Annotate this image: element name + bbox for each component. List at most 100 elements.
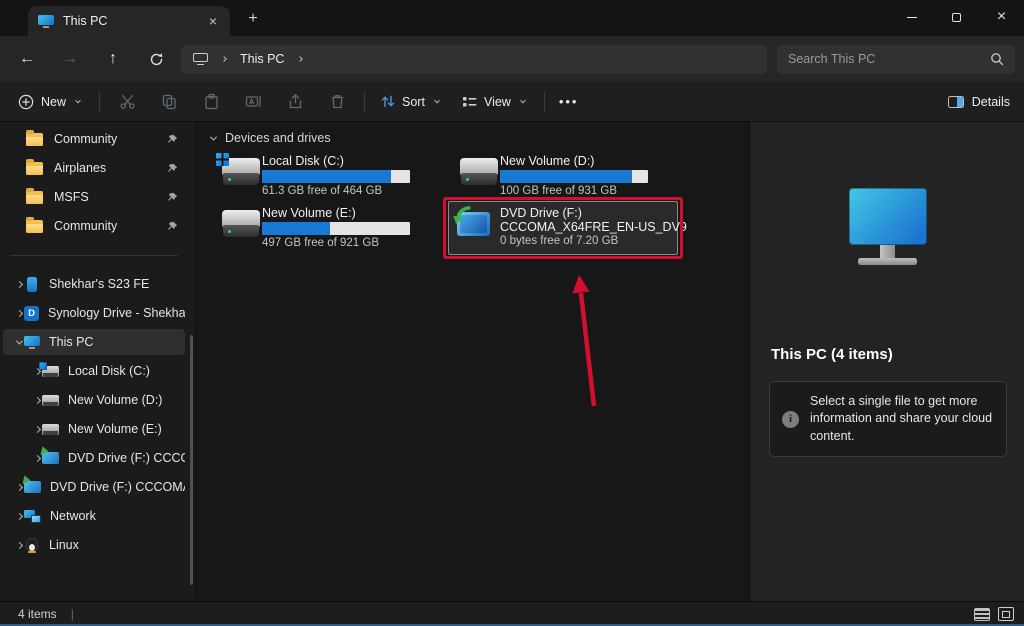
toolbar-divider xyxy=(99,92,100,112)
details-view-button[interactable] xyxy=(974,608,990,621)
trash-icon xyxy=(329,93,346,110)
view-button[interactable]: View xyxy=(452,86,538,118)
this-pc-breadcrumb-icon[interactable] xyxy=(193,53,208,65)
new-label: New xyxy=(41,95,66,109)
copy-button[interactable] xyxy=(151,86,187,118)
address-bar[interactable]: This PC xyxy=(181,45,767,74)
sidebar-item-label: Local Disk (C:) xyxy=(68,364,150,378)
group-header-devices-and-drives[interactable]: Devices and drives xyxy=(208,131,331,145)
sort-button[interactable]: Sort xyxy=(371,86,452,118)
sidebar-item-label: Linux xyxy=(49,538,79,552)
sidebar-scrollbar[interactable] xyxy=(190,335,193,585)
share-button[interactable] xyxy=(277,86,313,118)
sidebar-item-synology-drive[interactable]: D Synology Drive - Shekhar-NA xyxy=(3,300,185,326)
back-button[interactable]: ← xyxy=(10,42,44,76)
status-separator: | xyxy=(71,607,74,621)
sidebar-item-label: MSFS xyxy=(54,190,89,204)
network-icon xyxy=(24,510,41,523)
phone-icon xyxy=(27,277,37,292)
pin-icon[interactable] xyxy=(167,192,178,203)
command-bar: New xyxy=(0,82,1024,122)
synology-drive-icon: D xyxy=(24,306,39,321)
chevron-right-icon[interactable] xyxy=(32,456,42,461)
chevron-right-icon[interactable] xyxy=(14,485,24,490)
refresh-button[interactable] xyxy=(139,42,173,76)
sidebar-item-label: New Volume (D:) xyxy=(68,393,162,407)
minimize-button[interactable] xyxy=(889,0,934,34)
sidebar-item-msfs[interactable]: MSFS xyxy=(3,184,185,210)
chevron-right-icon[interactable] xyxy=(14,543,24,548)
view-label: View xyxy=(484,95,511,109)
pin-icon[interactable] xyxy=(167,221,178,232)
sidebar-item-label: Airplanes xyxy=(54,161,106,175)
drive-name: New Volume (D:) xyxy=(500,154,594,168)
sidebar-item-community-2[interactable]: Community xyxy=(3,213,185,239)
chevron-down-icon xyxy=(432,100,442,104)
details-pane-title: This PC (4 items) xyxy=(771,346,893,363)
sidebar-item-linux[interactable]: Linux xyxy=(3,532,185,558)
sidebar-item-this-pc[interactable]: This PC xyxy=(3,329,185,355)
delete-button[interactable] xyxy=(319,86,355,118)
folder-icon xyxy=(26,162,43,175)
pin-icon[interactable] xyxy=(167,134,178,145)
sidebar-item-dvd-drive-child[interactable]: DVD Drive (F:) CCCOMA_X6 xyxy=(3,445,185,471)
sort-label: Sort xyxy=(402,95,425,109)
sidebar-item-local-disk-c[interactable]: Local Disk (C:) xyxy=(3,358,185,384)
drive-free-space: 497 GB free of 921 GB xyxy=(262,237,379,249)
close-button[interactable]: × xyxy=(979,0,1024,34)
title-bar: This PC × + × xyxy=(0,0,1024,36)
search-icon xyxy=(990,52,1004,66)
new-button[interactable]: New xyxy=(8,86,93,118)
tab-close-icon[interactable]: × xyxy=(202,10,224,32)
large-icons-view-button[interactable] xyxy=(998,607,1014,621)
chevron-right-icon[interactable] xyxy=(32,398,42,403)
window-controls: × xyxy=(889,0,1024,34)
toolbar-divider xyxy=(544,92,545,112)
breadcrumb-chevron-icon[interactable] xyxy=(219,57,229,61)
rename-icon xyxy=(245,93,262,110)
info-message: Select a single file to get more informa… xyxy=(810,393,994,446)
chevron-right-icon[interactable] xyxy=(14,514,24,519)
breadcrumb-this-pc[interactable]: This PC xyxy=(240,52,284,66)
cut-button[interactable] xyxy=(109,86,145,118)
rename-button[interactable] xyxy=(235,86,271,118)
paste-button[interactable] xyxy=(193,86,229,118)
more-options-button[interactable]: ••• xyxy=(559,94,579,109)
drive-name: Local Disk (C:) xyxy=(262,154,344,168)
maximize-button[interactable] xyxy=(934,0,979,34)
up-button[interactable]: ↑ xyxy=(96,42,130,76)
drive-name: New Volume (E:) xyxy=(262,206,356,220)
pin-icon[interactable] xyxy=(167,163,178,174)
toolbar-divider xyxy=(364,92,365,112)
details-pane-icon xyxy=(948,96,964,108)
sidebar-item-airplanes[interactable]: Airplanes xyxy=(3,155,185,181)
dvd-drive-icon xyxy=(42,452,59,464)
tab-this-pc[interactable]: This PC × xyxy=(28,6,230,36)
item-count: 4 items xyxy=(18,607,57,621)
chevron-right-icon[interactable] xyxy=(14,282,24,287)
chevron-down-icon[interactable] xyxy=(14,340,24,345)
forward-button[interactable]: → xyxy=(53,42,87,76)
group-header-label: Devices and drives xyxy=(225,131,331,145)
sidebar-item-network[interactable]: Network xyxy=(3,503,185,529)
search-input[interactable] xyxy=(788,52,990,66)
new-tab-button[interactable]: + xyxy=(240,7,266,31)
navigation-bar: ← → ↑ This PC xyxy=(0,36,1024,82)
chevron-right-icon[interactable] xyxy=(14,311,24,316)
dvd-drive-icon xyxy=(24,481,41,493)
sidebar-item-label: Community xyxy=(54,219,117,233)
breadcrumb-chevron-icon[interactable] xyxy=(295,57,305,61)
capacity-bar xyxy=(262,222,410,235)
chevron-right-icon[interactable] xyxy=(32,427,42,432)
status-bar: 4 items | xyxy=(0,601,1024,626)
info-icon: i xyxy=(782,411,799,428)
sidebar-item-new-volume-e[interactable]: New Volume (E:) xyxy=(3,416,185,442)
sidebar-item-new-volume-d[interactable]: New Volume (D:) xyxy=(3,387,185,413)
sidebar-item-phone[interactable]: Shekhar's S23 FE xyxy=(3,271,185,297)
details-pane-toggle[interactable]: Details xyxy=(948,95,1010,109)
capacity-bar xyxy=(262,170,410,183)
drive-free-space: 100 GB free of 931 GB xyxy=(500,185,617,197)
hard-drive-icon xyxy=(460,158,498,185)
sidebar-item-dvd-drive-root[interactable]: DVD Drive (F:) CCCOMA_X64 xyxy=(3,474,185,500)
sidebar-item-community-1[interactable]: Community xyxy=(3,126,185,152)
